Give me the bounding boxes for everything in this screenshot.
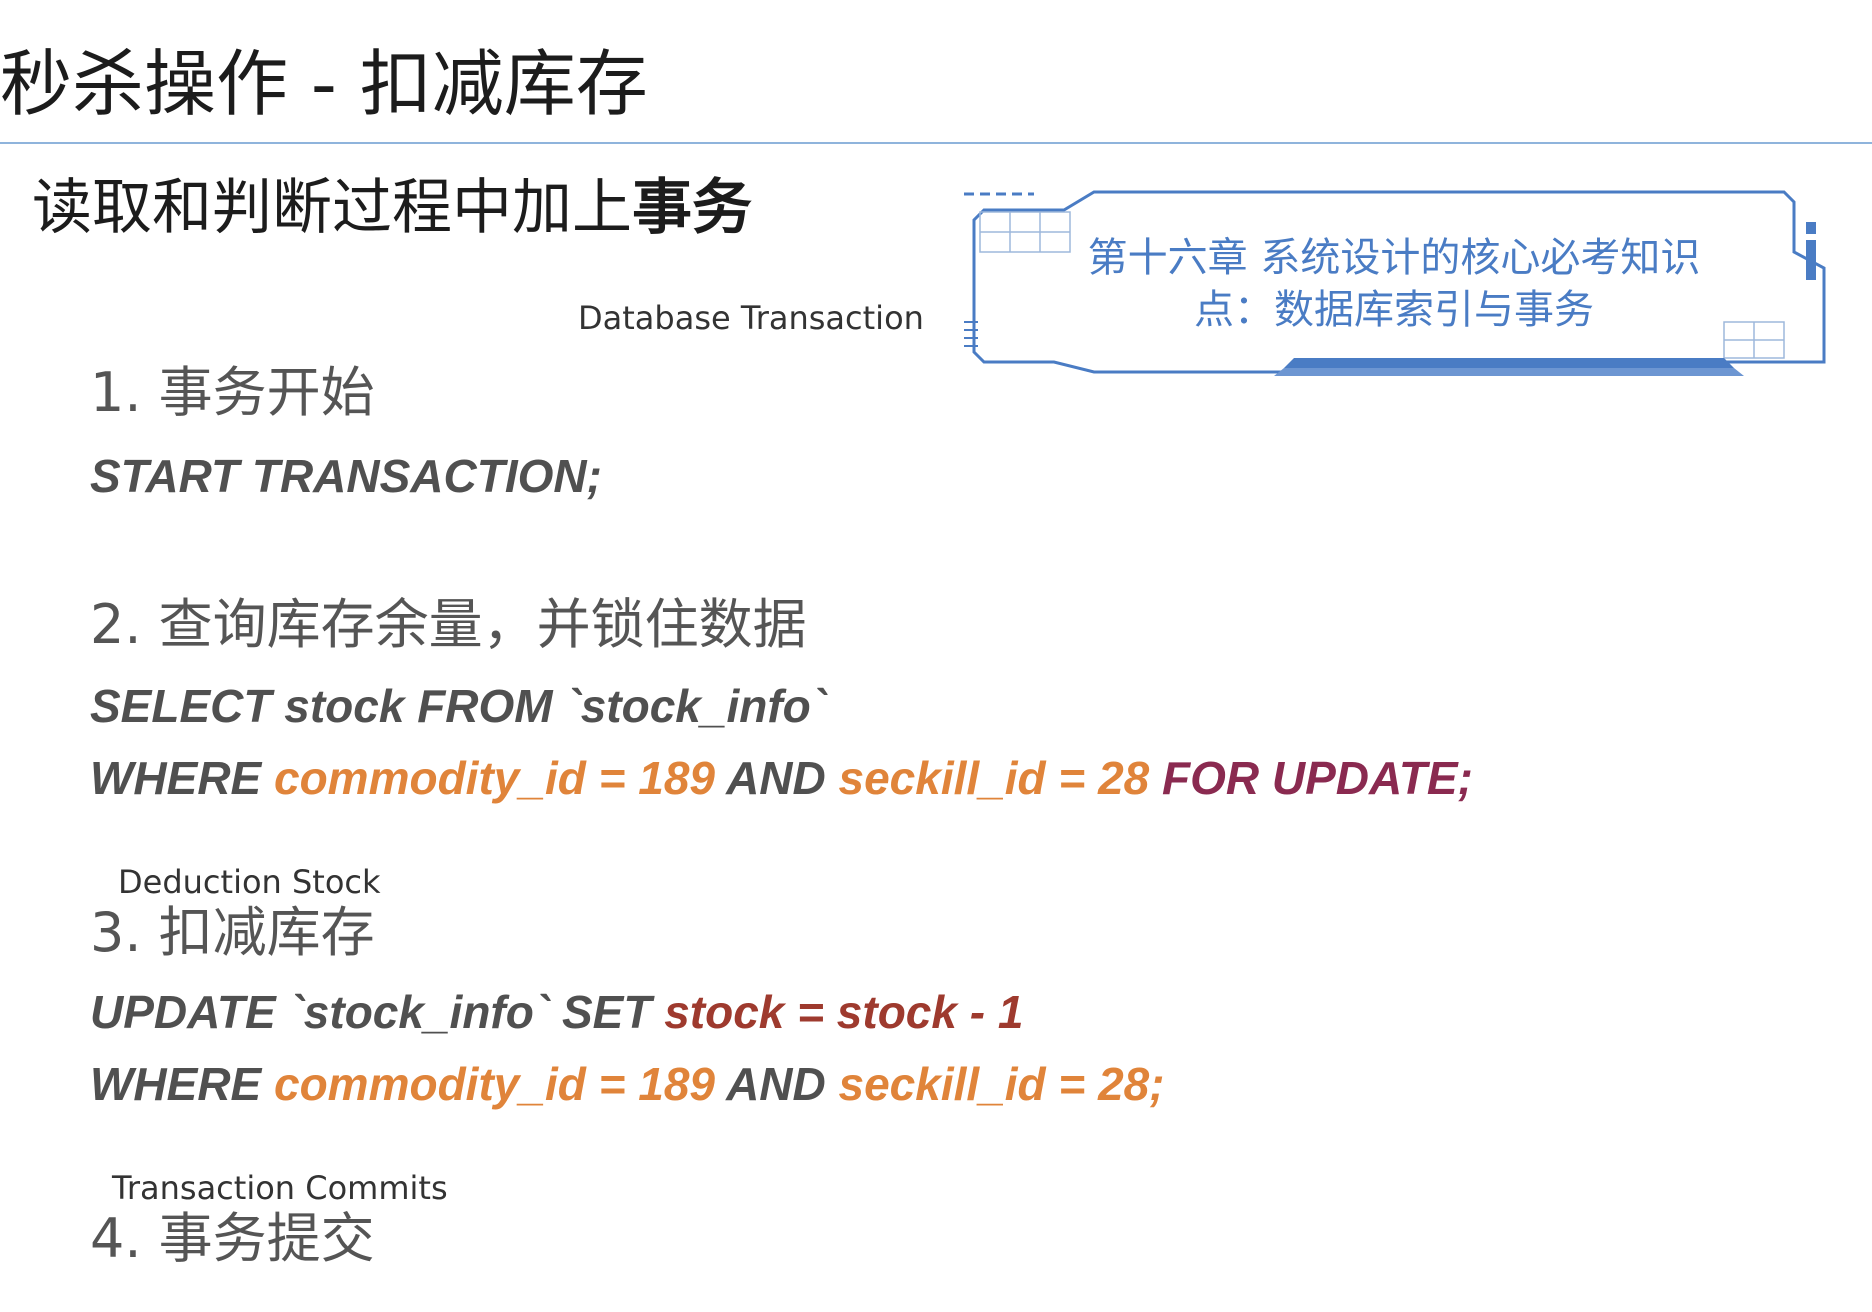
step-1-label: 1. 事务开始 [90, 361, 375, 424]
code-update-commodity-cond: commodity_id = 189 [274, 1058, 715, 1110]
annotation-database-transaction: Database Transaction [578, 299, 924, 337]
annotation-deduction-stock: Deduction Stock [118, 863, 381, 901]
code-update-where: WHERE [90, 1058, 274, 1110]
slide-title: 秒杀操作 - 扣减库存 [0, 42, 648, 126]
code-select: SELECT stock FROM `stock_info` [90, 680, 827, 732]
code-update-where-line: WHERE commodity_id = 189 AND seckill_id … [90, 1054, 1165, 1114]
code-and: AND [715, 752, 839, 804]
code-update-seckill-cond: seckill_id = 28; [838, 1058, 1165, 1110]
subtitle-bold: 事务 [632, 173, 752, 243]
subtitle-normal: 读取和判断过程中加上 [32, 173, 632, 243]
code-start-transaction: START TRANSACTION; [90, 446, 602, 506]
chapter-card: 第十六章 系统设计的核心必考知识点：数据库索引与事务 [954, 182, 1830, 382]
code-update-and: AND [715, 1058, 839, 1110]
code-set-expr: stock = stock - 1 [664, 986, 1024, 1038]
title-divider [0, 142, 1872, 144]
card-title: 第十六章 系统设计的核心必考知识点：数据库索引与事务 [1087, 235, 1701, 333]
code-start: START TRANSACTION; [90, 450, 602, 502]
code-commodity-cond: commodity_id = 189 [274, 752, 715, 804]
code-for-update: FOR UPDATE; [1149, 752, 1473, 804]
step-2-label: 2. 查询库存余量，并锁住数据 [90, 593, 807, 656]
code-update: UPDATE `stock_info` SET [90, 986, 665, 1038]
code-select-line: SELECT stock FROM `stock_info` [90, 676, 826, 736]
step-4-label: 4. 事务提交 [90, 1207, 375, 1270]
code-seckill-cond: seckill_id = 28 [838, 752, 1150, 804]
code-select-where-line: WHERE commodity_id = 189 AND seckill_id … [90, 748, 1473, 808]
step-3-label: 3. 扣减库存 [90, 901, 375, 964]
slide-subtitle: 读取和判断过程中加上事务 [32, 168, 752, 248]
code-update-line: UPDATE `stock_info` SET stock = stock - … [90, 982, 1023, 1042]
annotation-transaction-commits: Transaction Commits [112, 1169, 448, 1207]
code-where: WHERE [90, 752, 274, 804]
